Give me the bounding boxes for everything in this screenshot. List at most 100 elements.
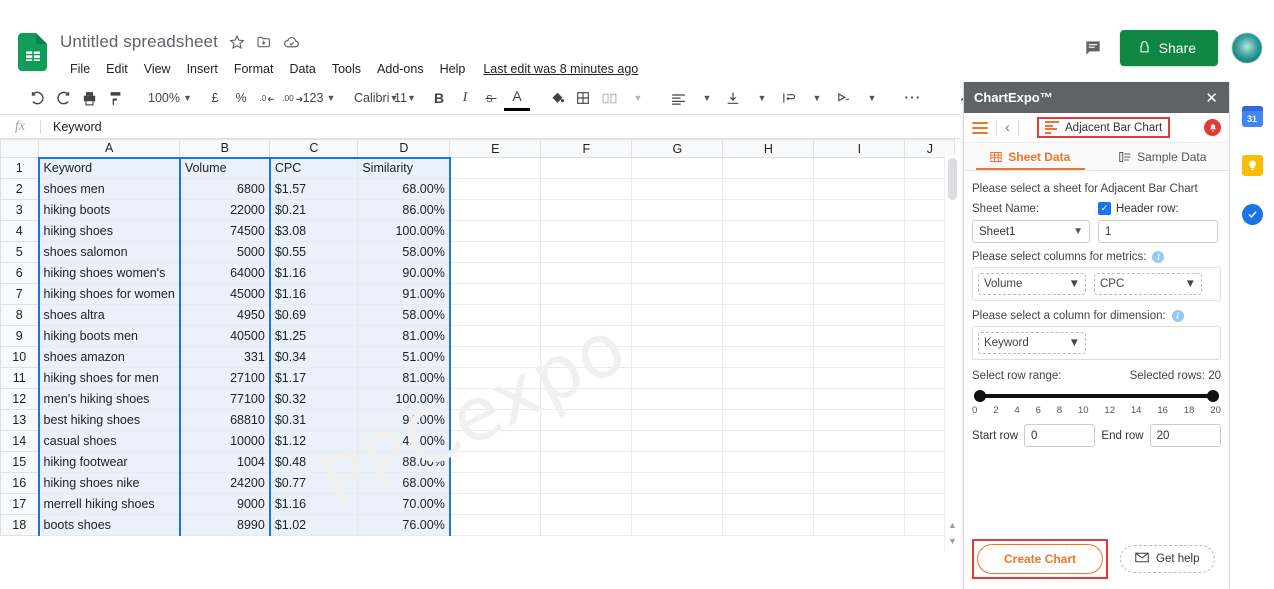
- cell[interactable]: [722, 367, 815, 389]
- share-button[interactable]: Share: [1119, 30, 1218, 66]
- cell[interactable]: Keyword: [37, 156, 181, 179]
- menu-item-data[interactable]: Data: [281, 60, 323, 78]
- cell[interactable]: [540, 514, 633, 536]
- cell-volume[interactable]: 40500: [178, 325, 271, 347]
- cell[interactable]: [540, 304, 633, 326]
- scrollbar-thumb[interactable]: [948, 158, 957, 200]
- cell[interactable]: [449, 241, 542, 263]
- cell-cpc[interactable]: $1.16: [268, 493, 359, 515]
- cell-volume[interactable]: 27100: [178, 367, 271, 389]
- metric-select-cpc[interactable]: CPC ▼: [1094, 273, 1202, 295]
- vertical-align-icon[interactable]: [720, 85, 746, 111]
- cell[interactable]: [449, 409, 542, 431]
- header-row-input[interactable]: 1: [1098, 220, 1218, 243]
- row-header[interactable]: 2: [0, 178, 39, 200]
- cell[interactable]: [722, 283, 815, 305]
- cell-volume[interactable]: 77100: [178, 388, 271, 410]
- avatar[interactable]: [1232, 33, 1262, 63]
- google-tasks-icon[interactable]: [1241, 204, 1263, 225]
- row-header[interactable]: 10: [0, 346, 39, 368]
- cell-volume[interactable]: 4950: [178, 304, 271, 326]
- cell[interactable]: [449, 325, 542, 347]
- cell[interactable]: [813, 262, 906, 284]
- cell-keyword[interactable]: shoes altra: [37, 304, 181, 326]
- header-row-checkbox[interactable]: ✓: [1098, 202, 1111, 215]
- cell[interactable]: [631, 283, 724, 305]
- cell[interactable]: [540, 283, 633, 305]
- bold-button[interactable]: B: [426, 85, 452, 111]
- cell[interactable]: [813, 430, 906, 452]
- cell[interactable]: [540, 367, 633, 389]
- cell-volume[interactable]: 1004: [178, 451, 271, 473]
- cell-similarity[interactable]: 90.00%: [357, 262, 451, 284]
- cell-similarity[interactable]: 91.00%: [357, 283, 451, 305]
- cell[interactable]: [449, 220, 542, 242]
- cell-keyword[interactable]: boots shoes: [37, 514, 181, 536]
- column-header-c[interactable]: C: [269, 139, 359, 158]
- cell[interactable]: [631, 367, 724, 389]
- chevron-down-icon[interactable]: ▼: [749, 85, 775, 111]
- cell[interactable]: [540, 472, 633, 494]
- cell-keyword[interactable]: hiking shoes women's: [37, 262, 181, 284]
- cell[interactable]: [813, 451, 906, 473]
- cell[interactable]: [722, 472, 815, 494]
- cell-keyword[interactable]: hiking boots men: [37, 325, 181, 347]
- cell[interactable]: [540, 388, 633, 410]
- row-header[interactable]: 9: [0, 325, 39, 347]
- row-header[interactable]: 14: [0, 430, 39, 452]
- cell-volume[interactable]: 74500: [178, 220, 271, 242]
- chevron-down-icon[interactable]: ▼: [804, 85, 830, 111]
- cell-keyword[interactable]: shoes salomon: [37, 241, 181, 263]
- cell[interactable]: CPC: [268, 156, 359, 179]
- cell-keyword[interactable]: hiking footwear: [37, 451, 181, 473]
- cell[interactable]: [631, 472, 724, 494]
- horizontal-align-icon[interactable]: [665, 85, 691, 111]
- cell-similarity[interactable]: 70.00%: [357, 493, 451, 515]
- cell-volume[interactable]: 45000: [178, 283, 271, 305]
- cell-cpc[interactable]: $0.55: [268, 241, 359, 263]
- chevron-down-icon[interactable]: ▼: [859, 85, 885, 111]
- cell-cpc[interactable]: $1.25: [268, 325, 359, 347]
- cell[interactable]: Volume: [178, 156, 271, 179]
- row-header[interactable]: 12: [0, 388, 39, 410]
- cell[interactable]: [449, 451, 542, 473]
- cell[interactable]: [722, 325, 815, 347]
- comment-history-icon[interactable]: [1080, 35, 1106, 61]
- cell-volume[interactable]: 331: [178, 346, 271, 368]
- cell-cpc[interactable]: $0.77: [268, 472, 359, 494]
- tab-sheet-data[interactable]: Sheet Data: [964, 143, 1097, 170]
- cell[interactable]: [631, 241, 724, 263]
- menu-item-addons[interactable]: Add-ons: [369, 60, 432, 78]
- notification-bell-icon[interactable]: [1204, 119, 1221, 136]
- row-header[interactable]: 7: [0, 283, 39, 305]
- cell[interactable]: [540, 262, 633, 284]
- currency-format-button[interactable]: £: [202, 85, 228, 111]
- cell-cpc[interactable]: $1.16: [268, 262, 359, 284]
- cell[interactable]: [631, 409, 724, 431]
- column-header-d[interactable]: D: [357, 139, 451, 158]
- slider-knob-start[interactable]: [974, 390, 986, 402]
- cell[interactable]: [813, 388, 906, 410]
- cell-cpc[interactable]: $1.02: [268, 514, 359, 536]
- close-icon[interactable]: ✕: [1202, 89, 1221, 107]
- menu-item-format[interactable]: Format: [226, 60, 282, 78]
- metric-select-volume[interactable]: Volume ▼: [978, 273, 1086, 295]
- scroll-down-arrow-icon[interactable]: ▼: [947, 536, 958, 547]
- column-header-f[interactable]: F: [540, 139, 633, 158]
- hamburger-menu-icon[interactable]: [972, 121, 988, 134]
- cell-cpc[interactable]: $0.34: [268, 346, 359, 368]
- cell-volume[interactable]: 8990: [178, 514, 271, 536]
- cell[interactable]: [631, 325, 724, 347]
- cell[interactable]: [813, 493, 906, 515]
- cell-similarity[interactable]: 81.00%: [357, 367, 451, 389]
- cell-similarity[interactable]: 100.00%: [357, 220, 451, 242]
- row-header[interactable]: 11: [0, 367, 39, 389]
- cell[interactable]: [631, 430, 724, 452]
- cell-keyword[interactable]: hiking shoes: [37, 220, 181, 242]
- cell[interactable]: [540, 220, 633, 242]
- menu-item-help[interactable]: Help: [432, 60, 474, 78]
- cell[interactable]: [449, 304, 542, 326]
- grid-vertical-scrollbar[interactable]: ▲ ▼: [944, 155, 959, 551]
- row-header[interactable]: 5: [0, 241, 39, 263]
- cell[interactable]: [540, 409, 633, 431]
